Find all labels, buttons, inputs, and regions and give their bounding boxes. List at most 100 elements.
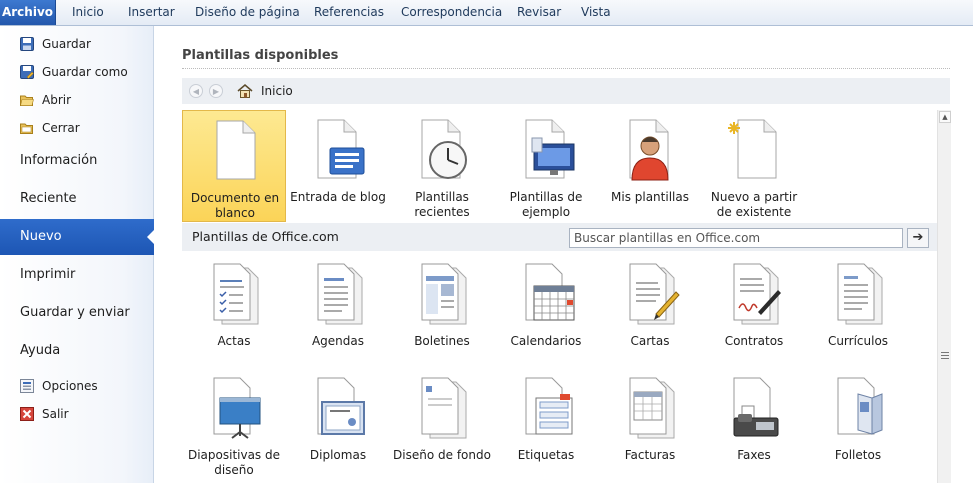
exit-icon [20,407,34,421]
template-label: Diplomas [309,448,367,462]
office-templates-header: Plantillas de Office.com Buscar plantill… [182,223,937,251]
nav-save-button[interactable]: Guardar [20,34,91,54]
template-label: Boletines [414,334,470,348]
invoices-icon [629,377,675,439]
template-label: Facturas [624,448,676,462]
options-icon [20,379,34,393]
template-label: Actas [217,334,251,348]
open-folder-icon [20,95,34,106]
template-calendarios[interactable]: Calendarios [494,254,598,366]
template-diplomas[interactable]: Diplomas [286,368,390,480]
nav-section-reciente[interactable]: Reciente [0,181,154,217]
template-samples[interactable]: Plantillas de ejemplo [494,110,598,222]
letters-icon [629,263,680,325]
template-recent[interactable]: Plantillas recientes [390,110,494,222]
template-new-from-existing[interactable]: Nuevo a partir de existente [702,110,806,222]
scroll-up-icon[interactable]: ▲ [939,111,951,123]
forward-arrow-icon[interactable]: ▶ [209,84,223,98]
template-facturas[interactable]: Facturas [598,368,702,480]
office-section-title: Plantillas de Office.com [192,229,339,244]
nav-close-button[interactable]: Cerrar [20,118,80,138]
page-title: Plantillas disponibles [182,48,339,63]
tab-archivo[interactable]: Archivo [0,0,56,25]
nav-save-label: Guardar [42,37,91,51]
nav-section-ayuda[interactable]: Ayuda [0,333,154,369]
template-diapositivas[interactable]: Diapositivas de diseño [182,368,286,480]
blog-post-icon [317,119,365,179]
tab-diseno-pagina[interactable]: Diseño de página [195,0,300,25]
breadcrumb-label: Inicio [261,84,293,98]
nav-section-informacion[interactable]: Información [0,143,154,179]
template-label: Etiquetas [517,448,575,462]
template-boletines[interactable]: Boletines [390,254,494,366]
home-icon [237,84,253,98]
template-folletos[interactable]: Folletos [806,368,910,480]
presentation-icon [213,377,261,439]
breadcrumb-home[interactable]: Inicio [237,84,293,98]
minutes-icon [213,263,259,325]
template-actas[interactable]: Actas [182,254,286,366]
template-my-templates[interactable]: Mis plantillas [598,110,702,222]
tab-vista[interactable]: Vista [581,0,611,25]
template-label: Entrada de blog [290,190,386,204]
nav-section-guardar-enviar[interactable]: Guardar y enviar [0,295,154,331]
nav-open-button[interactable]: Abrir [20,90,71,110]
office-search-input[interactable]: Buscar plantillas en Office.com [569,228,903,248]
template-blog-post[interactable]: Entrada de blog [286,110,390,222]
contracts-icon [733,263,781,325]
nav-exit-button[interactable]: Salir [20,404,69,424]
blank-document-icon [216,120,256,180]
template-label: Faxes [737,448,771,462]
main-panel: Plantillas disponibles ◀ ▶ Inicio Docume… [155,26,973,483]
template-label: Folletos [834,448,882,462]
save-as-icon [20,65,34,79]
template-label: Plantillas recientes [414,190,470,219]
template-label: Calendarios [510,334,582,348]
tab-inicio[interactable]: Inicio [72,0,104,25]
templates-scrollbar[interactable]: ▲ [937,110,951,483]
close-folder-icon [20,123,33,134]
agendas-icon [317,263,363,325]
arrow-right-icon: ➔ [912,230,924,245]
resumes-icon [837,263,883,325]
template-etiquetas[interactable]: Etiquetas [494,368,598,480]
template-contratos[interactable]: Contratos [702,254,806,366]
template-label: Plantillas de ejemplo [509,190,583,219]
template-label: Documento en blanco [190,191,280,220]
search-go-button[interactable]: ➔ [907,228,929,248]
tab-revisar[interactable]: Revisar [517,0,561,25]
newsletters-icon [421,263,467,325]
template-label: Mis plantillas [611,190,689,204]
tab-insertar[interactable]: Insertar [128,0,175,25]
nav-open-label: Abrir [42,93,72,107]
template-cartas[interactable]: Cartas [598,254,702,366]
template-faxes[interactable]: Faxes [702,368,806,480]
template-label: Nuevo a partir de existente [710,190,798,219]
nav-exit-label: Salir [42,407,69,421]
back-arrow-icon[interactable]: ◀ [189,84,203,98]
tab-correspondencia[interactable]: Correspondencia [401,0,502,25]
calendar-icon [525,263,575,321]
labels-icon [525,377,573,435]
diploma-icon [317,377,365,435]
template-agendas[interactable]: Agendas [286,254,390,366]
nav-section-nuevo[interactable]: Nuevo [0,219,155,255]
template-label: Currículos [827,334,889,348]
background-design-icon [421,377,467,439]
divider [182,68,950,69]
nav-save-as-button[interactable]: Guardar como [20,62,128,82]
brochures-icon [837,377,883,435]
scroll-grip-icon[interactable] [941,352,949,359]
template-curriculos[interactable]: Currículos [806,254,910,366]
my-templates-icon [629,119,669,181]
nav-options-label: Opciones [42,379,98,393]
template-blank-document[interactable]: Documento en blanco [182,110,286,222]
template-label: Diapositivas de diseño [187,448,281,477]
sample-templates-icon [525,119,575,179]
nav-options-button[interactable]: Opciones [20,376,98,396]
nav-section-imprimir[interactable]: Imprimir [0,257,154,293]
tab-referencias[interactable]: Referencias [314,0,384,25]
template-diseno-fondo[interactable]: Diseño de fondo [390,368,494,480]
ribbon-tab-bar: Archivo Inicio Insertar Diseño de página… [0,0,973,26]
nav-close-label: Cerrar [42,121,80,135]
